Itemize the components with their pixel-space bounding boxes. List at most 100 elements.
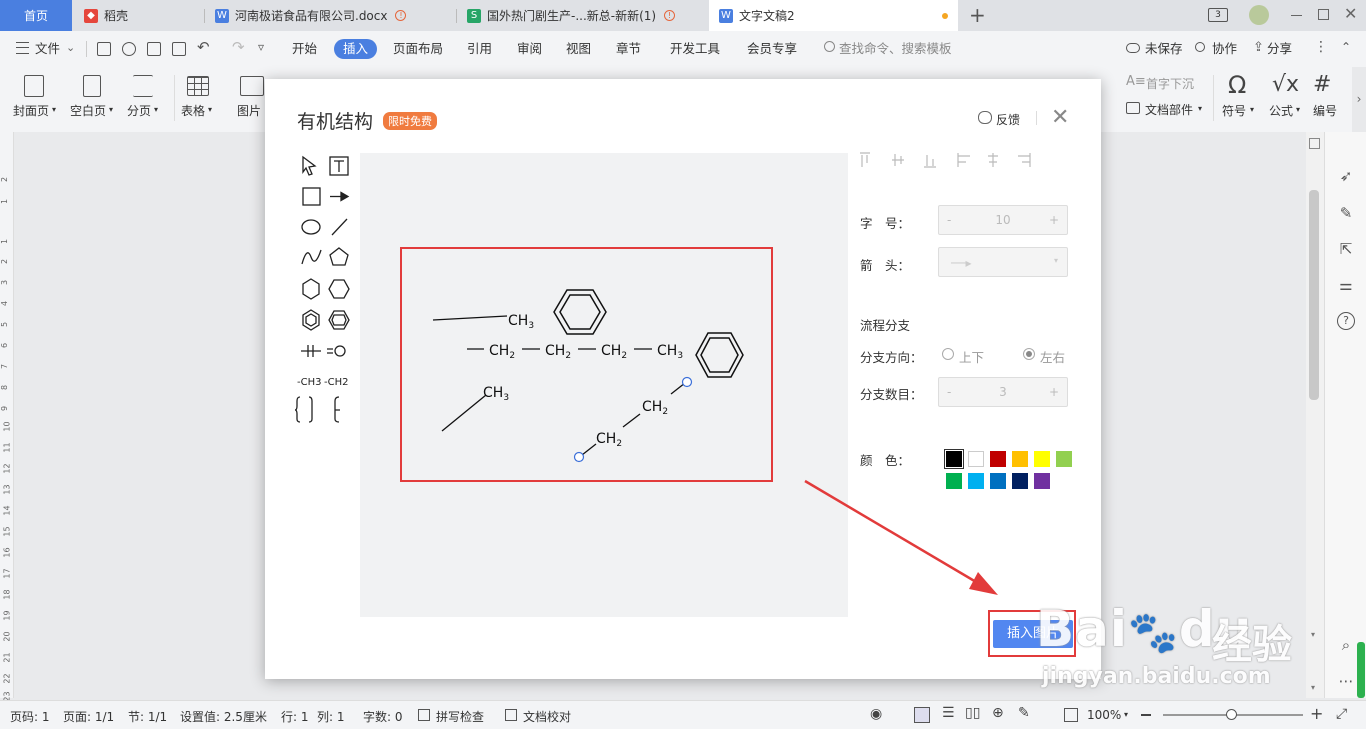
settings-sliders-icon[interactable]: ⚌: [1337, 276, 1355, 294]
print-icon[interactable]: [147, 42, 161, 56]
tab-doc-henan[interactable]: W 河南极诺食品有限公司.docx !: [205, 0, 455, 31]
scroll-down-icon[interactable]: ▾: [1311, 683, 1315, 692]
chevron-down-icon[interactable]: ▾: [109, 105, 113, 114]
menu-layout[interactable]: 页面布局: [393, 39, 443, 59]
chevron-down-icon[interactable]: ▾: [1198, 104, 1202, 113]
tab-home[interactable]: 首页: [0, 0, 72, 31]
numbering-button[interactable]: 编号: [1313, 102, 1337, 119]
status-words[interactable]: 字数: 0: [363, 708, 403, 725]
color-swatch[interactable]: [1012, 473, 1028, 489]
minimize-icon[interactable]: [1291, 15, 1302, 17]
chevron-down-icon[interactable]: ▾: [52, 105, 56, 114]
symbol-button[interactable]: 符号: [1222, 102, 1246, 119]
radio-leftright[interactable]: [1023, 348, 1035, 360]
cover-page-button[interactable]: 封面页: [13, 102, 49, 119]
scrollbar-thumb[interactable]: [1309, 190, 1319, 400]
docparts-button[interactable]: 文档部件: [1145, 101, 1193, 118]
tab-docer[interactable]: ◆ 稻壳: [74, 0, 202, 31]
web-view-icon[interactable]: ⊕: [992, 705, 1004, 721]
restore-icon[interactable]: [1318, 9, 1329, 20]
zoom-slider-handle[interactable]: [1226, 709, 1237, 720]
formula-button[interactable]: 公式: [1269, 102, 1293, 119]
menu-member[interactable]: 会员专享: [747, 39, 797, 59]
menu-review[interactable]: 审阅: [517, 39, 542, 59]
chevron-down-icon[interactable]: ▾: [154, 105, 158, 114]
fit-page-icon[interactable]: [1064, 708, 1078, 722]
menu-reference[interactable]: 引用: [467, 39, 492, 59]
branch-count-stepper[interactable]: - 3 +: [938, 377, 1068, 407]
zoom-level[interactable]: 100%: [1087, 708, 1121, 722]
more-dots-icon[interactable]: ⋯: [1337, 672, 1355, 690]
command-search-input[interactable]: 查找命令、搜索模板: [839, 39, 952, 59]
collab-button[interactable]: 协作: [1212, 39, 1237, 59]
menu-devtools[interactable]: 开发工具: [670, 39, 720, 59]
color-swatch[interactable]: [944, 449, 964, 469]
chevron-down-icon[interactable]: ▾: [1250, 105, 1254, 114]
arrow-style-select[interactable]: ──▸ ▾: [938, 247, 1068, 277]
scroll-down-icon[interactable]: ▾: [1311, 630, 1315, 639]
dropcap-button[interactable]: 首字下沉: [1146, 75, 1194, 92]
menu-section[interactable]: 章节: [616, 39, 641, 59]
status-setting[interactable]: 设置值: 2.5厘米: [180, 708, 267, 725]
status-page-number[interactable]: 页码: 1: [10, 708, 50, 725]
picture-button[interactable]: 图片: [237, 102, 261, 119]
scroll-top-icon[interactable]: [1309, 138, 1320, 149]
increment-icon[interactable]: +: [1049, 385, 1059, 399]
share-button[interactable]: 分享: [1267, 39, 1292, 59]
print-preview-icon[interactable]: [172, 42, 186, 56]
reading-view-icon[interactable]: ▯▯: [965, 705, 980, 721]
color-swatch[interactable]: [1012, 451, 1028, 467]
status-section[interactable]: 节: 1/1: [128, 708, 167, 725]
proofread-button[interactable]: 文档校对: [523, 708, 571, 725]
redo-icon[interactable]: ↷: [232, 38, 245, 56]
help-icon[interactable]: ?: [1337, 312, 1355, 330]
status-pages[interactable]: 页面: 1/1: [63, 708, 114, 725]
color-swatch[interactable]: [1056, 451, 1072, 467]
color-swatch[interactable]: [1034, 473, 1050, 489]
tab-doc-active[interactable]: W 文字文稿2: [709, 0, 958, 31]
search-doc-icon[interactable]: ⌕: [1337, 636, 1355, 654]
page-break-button[interactable]: 分页: [127, 102, 151, 119]
zoom-in-icon[interactable]: +: [1310, 704, 1323, 723]
fullscreen-icon[interactable]: ⤢: [1336, 706, 1347, 722]
edit-pen-icon[interactable]: ✎: [1337, 204, 1355, 222]
table-button[interactable]: 表格: [181, 102, 205, 119]
status-col[interactable]: 列: 1: [317, 708, 345, 725]
rocket-icon[interactable]: ➶: [1337, 167, 1355, 185]
color-swatch[interactable]: [1034, 451, 1050, 467]
zoom-out-icon[interactable]: [1141, 714, 1151, 716]
more-icon[interactable]: ⋮: [1314, 39, 1328, 55]
format-painter-icon[interactable]: [122, 42, 136, 56]
window-count-icon[interactable]: 3: [1208, 8, 1228, 22]
menu-home[interactable]: 开始: [292, 39, 317, 59]
status-row[interactable]: 行: 1: [281, 708, 309, 725]
ribbon-scroll-right-icon[interactable]: ›: [1352, 67, 1366, 132]
chevron-down-icon[interactable]: ▾: [1124, 710, 1128, 719]
eye-protection-icon[interactable]: ◉: [870, 706, 882, 722]
unsaved-status[interactable]: 未保存: [1145, 39, 1183, 59]
avatar[interactable]: [1249, 5, 1269, 25]
outline-view-icon[interactable]: ☰: [942, 705, 955, 721]
chevron-down-icon[interactable]: ▾: [208, 105, 212, 114]
font-size-stepper[interactable]: - 10 +: [938, 205, 1068, 235]
write-mode-icon[interactable]: ✎: [1018, 705, 1030, 721]
undo-icon[interactable]: ↶: [197, 38, 210, 56]
feedback-button[interactable]: 反馈: [996, 111, 1020, 128]
save-icon[interactable]: [97, 42, 111, 56]
page-view-icon[interactable]: [914, 707, 930, 723]
collapse-ribbon-icon[interactable]: ⌃: [1341, 40, 1351, 54]
chevron-down-icon[interactable]: ▾: [1296, 105, 1300, 114]
menu-file[interactable]: 文件: [35, 39, 60, 59]
spell-check-button[interactable]: 拼写检查: [436, 708, 484, 725]
new-tab-button[interactable]: +: [969, 3, 986, 27]
menu-insert[interactable]: 插入: [334, 39, 378, 59]
dialog-close-button[interactable]: ✕: [1051, 107, 1069, 129]
increment-icon[interactable]: +: [1049, 213, 1059, 227]
color-swatch[interactable]: [968, 451, 984, 467]
radio-updown[interactable]: [942, 348, 954, 360]
quick-access-more-icon[interactable]: ▿: [258, 40, 264, 54]
menu-view[interactable]: 视图: [566, 39, 591, 59]
tab-sheet-drama[interactable]: S 国外热门剧生产-...新总-新新(1) !: [457, 0, 707, 31]
chevron-down-icon[interactable]: ⌄: [66, 41, 75, 54]
color-swatch[interactable]: [990, 451, 1006, 467]
